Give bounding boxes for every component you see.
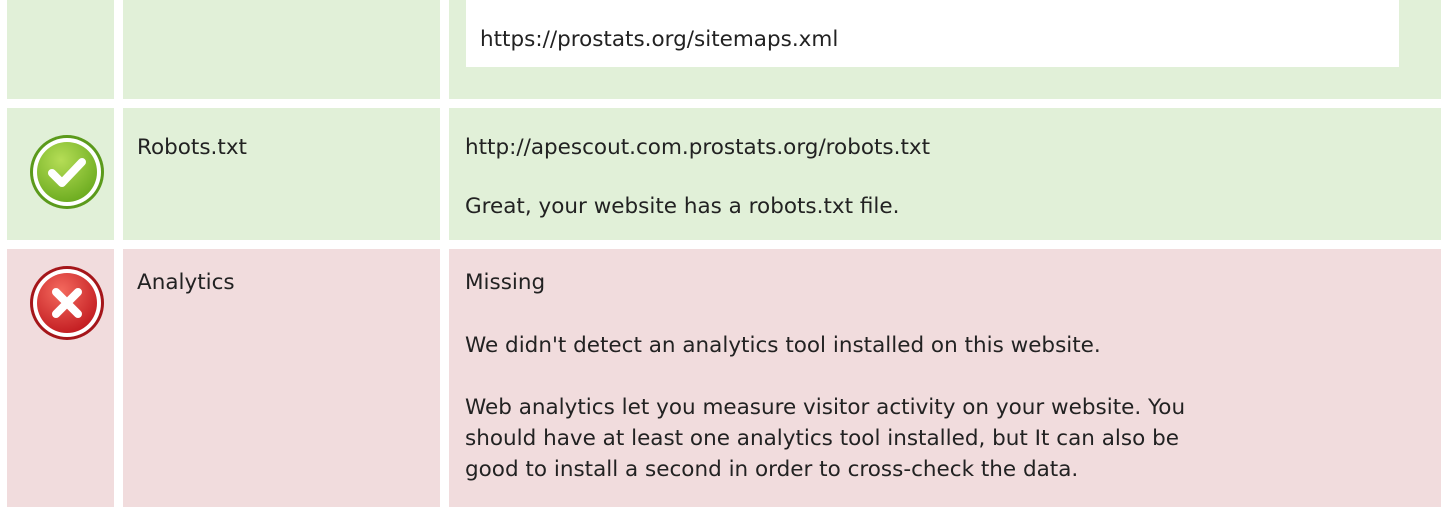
check-icon [30,135,104,209]
analytics-value: Missing [465,270,546,295]
robots-message: Great, your website has a robots.txt fil… [465,194,900,219]
sitemaps-row: https://prostats.org/sitemaps.xml [0,0,1448,99]
sitemaps-icon-cell [7,0,114,99]
robots-label: Robots.txt [137,135,247,160]
analytics-advice-line-3: good to install a second in order to cro… [465,457,1079,482]
cross-icon [30,266,104,340]
robots-value-cell: http://apescout.com.prostats.org/robots.… [449,108,1441,240]
analytics-row: Analytics Missing We didn't detect an an… [0,249,1448,507]
sitemap-url[interactable]: https://prostats.org/sitemaps.xml [480,24,838,55]
analytics-icon-cell [7,249,114,507]
robots-label-cell: Robots.txt [123,108,440,240]
robots-row: Robots.txt http://apescout.com.prostats.… [0,108,1448,240]
robots-url[interactable]: http://apescout.com.prostats.org/robots.… [465,132,930,163]
analytics-value-cell: Missing We didn't detect an analytics to… [449,249,1441,507]
analytics-label-cell: Analytics [123,249,440,507]
analytics-advice-line-2: should have at least one analytics tool … [465,426,1179,451]
robots-icon-cell [7,108,114,240]
sitemap-url-box: https://prostats.org/sitemaps.xml [466,0,1399,67]
analytics-advice-line-1: Web analytics let you measure visitor ac… [465,395,1186,420]
analytics-label: Analytics [137,270,235,295]
analytics-message: We didn't detect an analytics tool insta… [465,333,1101,358]
sitemaps-label-cell [123,0,440,99]
